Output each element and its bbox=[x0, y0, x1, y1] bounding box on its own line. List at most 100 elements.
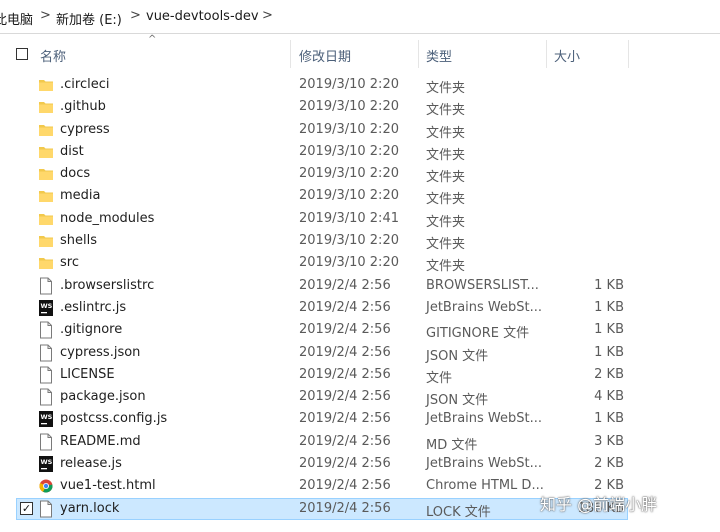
file-type: 文件夹 bbox=[426, 125, 466, 141]
file-modified-date: 2019/2/4 2:56 bbox=[299, 456, 391, 472]
file-type: MD 文件 bbox=[426, 437, 478, 453]
file-icon bbox=[38, 433, 54, 451]
file-type: LOCK 文件 bbox=[426, 504, 491, 520]
file-row[interactable]: LICENSE 2019/2/4 2:56 文件 2 KB bbox=[0, 364, 720, 386]
file-modified-date: 2019/3/10 2:41 bbox=[299, 210, 399, 226]
column-header-type[interactable]: 类型 bbox=[426, 46, 452, 65]
file-name[interactable]: shells bbox=[60, 233, 97, 248]
file-modified-date: 2019/2/4 2:56 bbox=[299, 411, 391, 427]
file-type: JetBrains WebSt... bbox=[426, 411, 543, 427]
row-checkbox[interactable]: ✓ bbox=[20, 501, 33, 515]
file-row[interactable]: node_modules 2019/3/10 2:41 文件夹 bbox=[0, 208, 720, 230]
column-divider[interactable] bbox=[418, 40, 419, 68]
column-header-size[interactable]: 大小 bbox=[554, 46, 580, 65]
svg-text:WS: WS bbox=[41, 413, 53, 421]
folder-icon bbox=[38, 210, 54, 228]
breadcrumb-separator[interactable]: > bbox=[262, 8, 273, 23]
file-row[interactable]: WS release.js 2019/2/4 2:56 JetBrains WebSt… bbox=[0, 453, 720, 475]
file-row[interactable]: WS .eslintrc.js 2019/2/4 2:56 JetBrains Web… bbox=[0, 297, 720, 319]
watermark: 知乎 @前端小胖 bbox=[540, 495, 658, 514]
column-header-name[interactable]: 名称 bbox=[40, 46, 66, 65]
file-row[interactable]: media 2019/3/10 2:20 文件夹 bbox=[0, 185, 720, 207]
file-name[interactable]: yarn.lock bbox=[60, 501, 119, 516]
file-name[interactable]: .eslintrc.js bbox=[60, 300, 126, 315]
file-modified-date: 2019/2/4 2:56 bbox=[299, 478, 391, 494]
folder-icon bbox=[38, 232, 54, 250]
file-row[interactable]: src 2019/3/10 2:20 文件夹 bbox=[0, 252, 720, 274]
file-name[interactable]: docs bbox=[60, 166, 90, 181]
file-modified-date: 2019/3/10 2:20 bbox=[299, 143, 399, 159]
column-divider[interactable] bbox=[628, 40, 629, 68]
file-type: 文件夹 bbox=[426, 81, 466, 96]
file-name[interactable]: .github bbox=[60, 99, 106, 114]
file-row[interactable]: .gitignore 2019/2/4 2:56 GITIGNORE 文件 1 KB bbox=[0, 319, 720, 341]
file-name[interactable]: package.json bbox=[60, 389, 146, 404]
file-row[interactable]: shells 2019/3/10 2:20 文件夹 bbox=[0, 230, 720, 252]
file-row[interactable]: WS postcss.config.js 2019/2/4 2:56 JetBrain… bbox=[0, 408, 720, 430]
file-name[interactable]: media bbox=[60, 188, 101, 203]
file-name[interactable]: README.md bbox=[60, 434, 141, 449]
file-icon bbox=[38, 321, 54, 339]
file-row[interactable]: README.md 2019/2/4 2:56 MD 文件 3 KB bbox=[0, 431, 720, 453]
svg-text:WS: WS bbox=[41, 458, 53, 466]
file-modified-date: 2019/2/4 2:56 bbox=[299, 389, 391, 405]
file-row[interactable]: dist 2019/3/10 2:20 文件夹 bbox=[0, 141, 720, 163]
file-type: JSON 文件 bbox=[426, 348, 489, 364]
file-type: BROWSERSLIST... bbox=[426, 277, 539, 293]
file-name[interactable]: vue1-test.html bbox=[60, 478, 156, 493]
file-row[interactable]: .circleci 2019/3/10 2:20 文件夹 bbox=[0, 74, 720, 96]
file-list: .circleci 2019/3/10 2:20 文件夹 .github 2019/3/… bbox=[0, 74, 720, 520]
file-modified-date: 2019/2/4 2:56 bbox=[299, 299, 391, 315]
folder-icon bbox=[38, 121, 54, 139]
breadcrumb-separator[interactable]: > bbox=[130, 8, 141, 23]
file-name[interactable]: .circleci bbox=[60, 77, 109, 92]
folder-icon bbox=[38, 165, 54, 183]
file-type: 文件夹 bbox=[426, 214, 466, 230]
file-row[interactable]: cypress.json 2019/2/4 2:56 JSON 文件 1 KB bbox=[0, 342, 720, 364]
breadcrumb-drive[interactable]: 新加卷 (E:) bbox=[56, 9, 122, 28]
file-type: 文件夹 bbox=[426, 103, 466, 119]
file-modified-date: 2019/3/10 2:20 bbox=[299, 166, 399, 182]
file-modified-date: 2019/3/10 2:20 bbox=[299, 99, 399, 115]
file-size: 4 KB bbox=[594, 389, 624, 405]
breadcrumb-folder[interactable]: vue-devtools-dev bbox=[146, 9, 259, 24]
file-row[interactable]: .browserslistrc 2019/2/4 2:56 BROWSERSLIST… bbox=[0, 275, 720, 297]
file-modified-date: 2019/3/10 2:20 bbox=[299, 188, 399, 204]
column-divider[interactable] bbox=[546, 40, 547, 68]
file-size: 1 KB bbox=[594, 299, 624, 315]
file-name[interactable]: node_modules bbox=[60, 211, 154, 226]
file-modified-date: 2019/2/4 2:56 bbox=[299, 433, 391, 449]
webstorm-icon: WS bbox=[38, 410, 54, 428]
file-name[interactable]: release.js bbox=[60, 456, 122, 471]
file-name[interactable]: src bbox=[60, 255, 79, 270]
breadcrumb-this-pc[interactable]: 此电脑 bbox=[0, 9, 33, 28]
folder-icon bbox=[38, 98, 54, 116]
folder-icon bbox=[38, 76, 54, 94]
column-divider[interactable] bbox=[290, 40, 291, 68]
file-type: JSON 文件 bbox=[426, 393, 489, 409]
file-icon bbox=[38, 277, 54, 295]
address-bar[interactable]: 此电脑 > 新加卷 (E:) > vue-devtools-dev > bbox=[0, 0, 720, 34]
file-name[interactable]: dist bbox=[60, 144, 84, 159]
file-icon bbox=[38, 388, 54, 406]
file-modified-date: 2019/2/4 2:56 bbox=[299, 500, 391, 516]
file-name[interactable]: .browserslistrc bbox=[60, 278, 154, 293]
file-name[interactable]: cypress.json bbox=[60, 345, 140, 360]
file-modified-date: 2019/3/10 2:20 bbox=[299, 121, 399, 137]
file-name[interactable]: cypress bbox=[60, 122, 110, 137]
folder-icon bbox=[38, 143, 54, 161]
file-type: 文件夹 bbox=[426, 147, 466, 163]
column-header-date[interactable]: 修改日期 bbox=[299, 46, 351, 65]
file-row[interactable]: .github 2019/3/10 2:20 文件夹 bbox=[0, 96, 720, 118]
file-name[interactable]: LICENSE bbox=[60, 367, 115, 382]
file-row[interactable]: cypress 2019/3/10 2:20 文件夹 bbox=[0, 119, 720, 141]
file-row[interactable]: package.json 2019/2/4 2:56 JSON 文件 4 KB bbox=[0, 386, 720, 408]
file-row[interactable]: docs 2019/3/10 2:20 文件夹 bbox=[0, 163, 720, 185]
file-name[interactable]: postcss.config.js bbox=[60, 411, 167, 426]
file-type: Chrome HTML D... bbox=[426, 478, 544, 494]
file-name[interactable]: .gitignore bbox=[60, 322, 122, 337]
breadcrumb-separator[interactable]: > bbox=[40, 8, 51, 23]
file-modified-date: 2019/2/4 2:56 bbox=[299, 366, 391, 382]
file-size: 3 KB bbox=[594, 433, 624, 449]
select-all-checkbox[interactable] bbox=[16, 48, 28, 60]
